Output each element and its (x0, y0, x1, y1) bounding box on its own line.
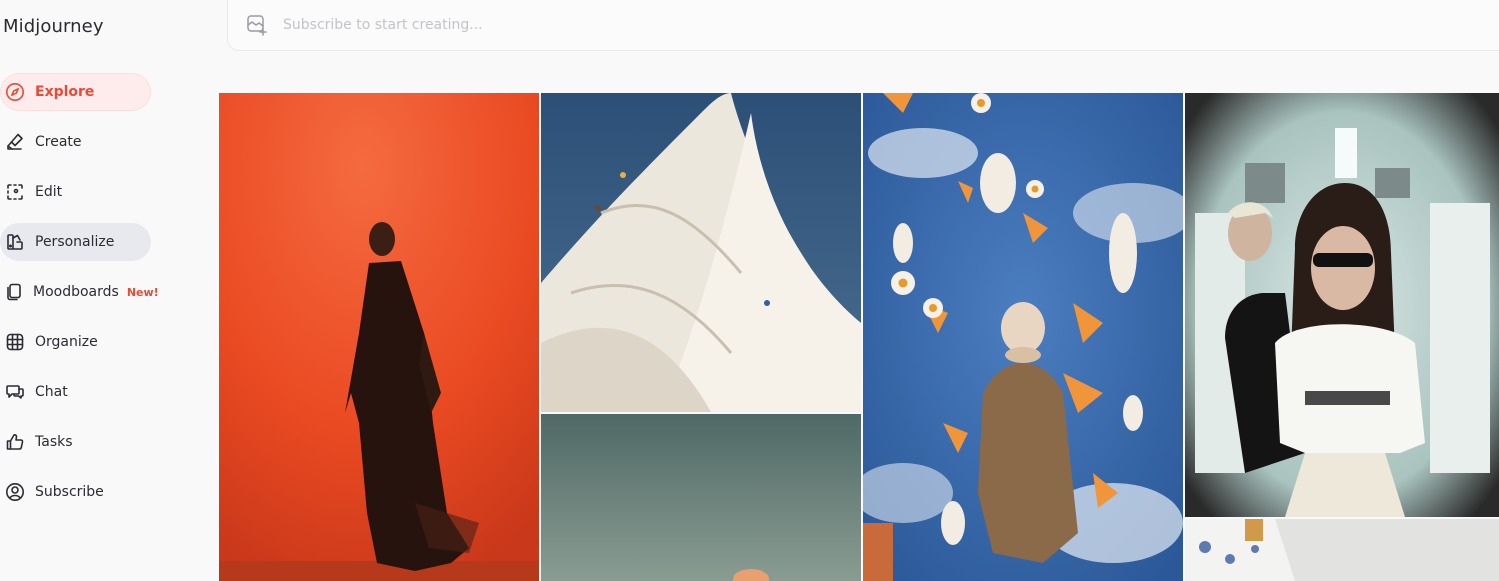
prompt-input[interactable] (283, 17, 1183, 33)
new-badge: New! (126, 285, 159, 299)
sidebar-item-label: Explore (35, 84, 95, 100)
sidebar: Midjourney Explore Create Edit Personali… (0, 0, 205, 581)
chat-icon (4, 381, 26, 403)
sidebar-item-label: Chat (35, 384, 68, 400)
brush-icon (4, 131, 26, 153)
sidebar-item-chat[interactable]: Chat (0, 373, 151, 411)
sidebar-item-explore[interactable]: Explore (0, 73, 151, 111)
sidebar-item-label: Subscribe (35, 484, 104, 500)
moodboard-icon (4, 281, 24, 303)
add-image-icon[interactable] (245, 13, 269, 37)
sidebar-item-moodboards[interactable]: Moodboards New! (0, 273, 159, 311)
gallery-image-flying-petals[interactable] (863, 93, 1183, 581)
gallery-image-man-walking[interactable] (219, 93, 539, 581)
brand-logo[interactable]: Midjourney (3, 16, 104, 37)
sidebar-item-subscribe[interactable]: Subscribe (0, 473, 151, 511)
grid-icon (4, 331, 26, 353)
sidebar-item-label: Tasks (35, 434, 73, 450)
thumbs-up-icon (4, 431, 26, 453)
sidebar-item-create[interactable]: Create (0, 123, 151, 161)
sidebar-item-organize[interactable]: Organize (0, 323, 151, 361)
gallery-image-whipped-cream[interactable] (541, 93, 861, 412)
gallery-image-subway-portrait[interactable] (1185, 93, 1499, 517)
sidebar-item-tasks[interactable]: Tasks (0, 423, 151, 461)
sidebar-item-edit[interactable]: Edit (0, 173, 151, 211)
sidebar-item-label: Personalize (35, 234, 115, 250)
prompt-bar (227, 0, 1499, 51)
gallery-image-porcelain[interactable] (1185, 519, 1499, 581)
gallery-image-teal-scene[interactable] (541, 414, 861, 581)
palette-icon (4, 231, 26, 253)
user-circle-icon (4, 481, 26, 503)
sidebar-item-label: Edit (35, 184, 63, 200)
sidebar-nav: Explore Create Edit Personalize Moodboar… (0, 73, 160, 523)
sidebar-item-personalize[interactable]: Personalize (0, 223, 151, 261)
edit-frame-icon (4, 181, 26, 203)
explore-gallery (219, 93, 1499, 581)
compass-icon (4, 81, 26, 103)
sidebar-item-label: Moodboards (33, 284, 119, 300)
sidebar-item-label: Create (35, 134, 82, 150)
sidebar-item-label: Organize (35, 334, 98, 350)
